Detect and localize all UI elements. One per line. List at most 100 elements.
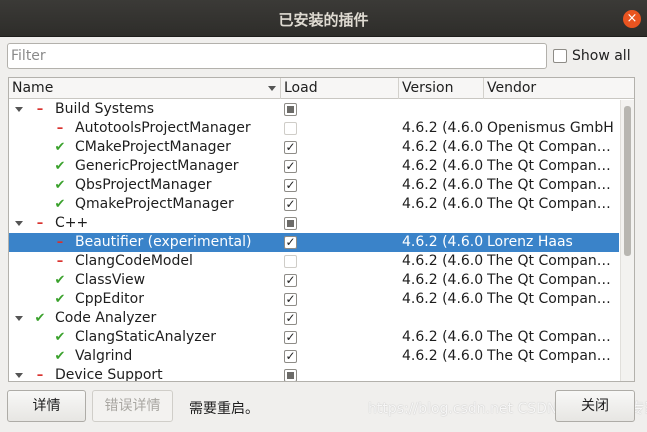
- status-error-icon: –: [56, 235, 64, 250]
- status-error-icon: –: [36, 368, 44, 382]
- name-cell: ✔ GenericProjectManager: [9, 157, 279, 176]
- version-cell: 4.6.2 (4.6.0): [402, 120, 484, 136]
- close-button[interactable]: 关闭: [555, 390, 635, 422]
- status-ok-icon: ✔: [54, 140, 66, 155]
- details-button[interactable]: 详情: [7, 390, 86, 422]
- name-cell: – Beautifier (experimental): [9, 233, 279, 252]
- plugin-name: GenericProjectManager: [75, 158, 239, 174]
- status-ok-icon: ✔: [54, 330, 66, 345]
- load-cell: ✓: [281, 309, 399, 328]
- plugin-name: QmakeProjectManager: [75, 196, 234, 212]
- name-cell: – AutotoolsProjectManager: [9, 119, 279, 138]
- version-cell: 4.6.2 (4.6.0): [402, 348, 484, 364]
- load-checkbox[interactable]: [284, 255, 297, 268]
- plugin-name: CMakeProjectManager: [75, 139, 231, 155]
- version-cell: 4.6.2 (4.6.0): [402, 291, 484, 307]
- tree-row[interactable]: ✔ CMakeProjectManager ✓ 4.6.2 (4.6.0) The Qt…: [9, 138, 619, 157]
- filter-input[interactable]: [7, 43, 547, 69]
- load-checkbox[interactable]: ✓: [284, 198, 297, 211]
- version-cell: [402, 100, 484, 119]
- plugin-tree[interactable]: Name Load Version Vendor – Build Systems –…: [8, 77, 635, 382]
- expand-arrow-icon[interactable]: [15, 107, 23, 112]
- load-checkbox[interactable]: ✓: [284, 350, 297, 363]
- version-cell: 4.6.2 (4.6.0): [402, 177, 484, 193]
- load-cell: ✓: [281, 290, 399, 309]
- status-ok-icon: ✔: [54, 178, 66, 193]
- version-cell: 4.6.2 (4.6.0): [402, 253, 484, 269]
- tree-row[interactable]: – AutotoolsProjectManager 4.6.2 (4.6.0) Ope…: [9, 119, 619, 138]
- version-cell: 4.6.2 (4.6.0): [402, 196, 484, 212]
- load-cell: [281, 252, 399, 271]
- name-cell: – ClangCodeModel: [9, 252, 279, 271]
- tree-group-row[interactable]: – Device Support: [9, 366, 619, 382]
- status-ok-icon: ✔: [54, 349, 66, 364]
- vendor-cell: The Qt Compan…: [487, 291, 611, 307]
- load-checkbox[interactable]: ✓: [284, 179, 297, 192]
- load-checkbox[interactable]: ✓: [284, 236, 297, 249]
- column-header-load[interactable]: Load: [281, 78, 399, 99]
- name-cell: ✔ Code Analyzer: [9, 309, 279, 328]
- expand-arrow-icon[interactable]: [15, 221, 23, 226]
- vendor-cell: Lorenz Haas: [487, 234, 573, 250]
- load-cell: ✓: [281, 176, 399, 195]
- tree-row[interactable]: ✔ QmakeProjectManager ✓ 4.6.2 (4.6.0) The Qt…: [9, 195, 619, 214]
- plugin-name: Beautifier (experimental): [75, 234, 252, 250]
- name-cell: ✔ CppEditor: [9, 290, 279, 309]
- plugin-name: C++: [55, 215, 89, 231]
- load-checkbox[interactable]: ✓: [284, 141, 297, 154]
- status-error-icon: –: [56, 254, 64, 269]
- status-error-icon: –: [36, 216, 44, 231]
- error-details-button[interactable]: 错误详情: [92, 390, 173, 422]
- column-header-version[interactable]: Version: [399, 78, 484, 99]
- vendor-cell: [487, 366, 619, 381]
- vendor-cell: [487, 309, 619, 328]
- version-cell: 4.6.2 (4.6.0): [402, 158, 484, 174]
- load-checkbox[interactable]: ✓: [284, 293, 297, 306]
- vendor-cell: Openismus GmbH: [487, 120, 614, 136]
- tree-row[interactable]: ✔ Valgrind ✓ 4.6.2 (4.6.0) The Qt Compan…: [9, 347, 619, 366]
- vendor-cell: [487, 100, 619, 119]
- vertical-scrollbar[interactable]: [620, 100, 634, 381]
- title-bar: 已安装的插件 ×: [0, 0, 647, 37]
- expand-arrow-icon[interactable]: [15, 373, 23, 378]
- vendor-cell: The Qt Compan…: [487, 253, 611, 269]
- window-title: 已安装的插件: [278, 11, 369, 29]
- load-checkbox[interactable]: [284, 217, 297, 230]
- plugin-name: QbsProjectManager: [75, 177, 212, 193]
- expand-arrow-icon[interactable]: [15, 316, 23, 321]
- tree-group-row[interactable]: ✔ Code Analyzer ✓: [9, 309, 619, 328]
- tree-group-row[interactable]: – Build Systems: [9, 100, 619, 119]
- tree-row[interactable]: ✔ QbsProjectManager ✓ 4.6.2 (4.6.0) The Qt C…: [9, 176, 619, 195]
- show-all-checkbox-box[interactable]: [553, 49, 567, 63]
- load-checkbox[interactable]: ✓: [284, 331, 297, 344]
- tree-row[interactable]: – ClangCodeModel 4.6.2 (4.6.0) The Qt Compa…: [9, 252, 619, 271]
- column-header-name[interactable]: Name: [9, 78, 281, 99]
- close-window-icon[interactable]: ×: [623, 10, 641, 28]
- tree-row[interactable]: ✔ ClassView ✓ 4.6.2 (4.6.0) The Qt Compan…: [9, 271, 619, 290]
- load-checkbox[interactable]: ✓: [284, 274, 297, 287]
- tree-row[interactable]: ✔ ClangStaticAnalyzer ✓ 4.6.2 (4.6.0) The Qt…: [9, 328, 619, 347]
- load-checkbox[interactable]: ✓: [284, 160, 297, 173]
- load-cell: ✓: [281, 195, 399, 214]
- tree-row[interactable]: – Beautifier (experimental) ✓ 4.6.2 (4.6.0)…: [9, 233, 619, 252]
- show-all-checkbox[interactable]: Show all: [553, 47, 631, 65]
- tree-row[interactable]: ✔ GenericProjectManager ✓ 4.6.2 (4.6.0) The …: [9, 157, 619, 176]
- version-cell: 4.6.2 (4.6.0): [402, 234, 484, 250]
- plugin-name: ClassView: [75, 272, 146, 288]
- column-header-vendor[interactable]: Vendor: [484, 78, 634, 99]
- scrollbar-thumb[interactable]: [624, 106, 631, 256]
- plugin-name: Build Systems: [55, 101, 155, 117]
- load-cell: [281, 119, 399, 138]
- load-checkbox[interactable]: [284, 369, 297, 381]
- name-cell: ✔ CMakeProjectManager: [9, 138, 279, 157]
- load-cell: ✓: [281, 138, 399, 157]
- vendor-cell: The Qt Compan…: [487, 177, 611, 193]
- version-cell: 4.6.2 (4.6.0): [402, 329, 484, 345]
- name-cell: ✔ Valgrind: [9, 347, 279, 366]
- load-checkbox[interactable]: [284, 103, 297, 116]
- load-checkbox[interactable]: ✓: [284, 312, 297, 325]
- load-checkbox[interactable]: [284, 122, 297, 135]
- load-cell: ✓: [281, 271, 399, 290]
- tree-group-row[interactable]: – C++: [9, 214, 619, 233]
- tree-row[interactable]: ✔ CppEditor ✓ 4.6.2 (4.6.0) The Qt Compan…: [9, 290, 619, 309]
